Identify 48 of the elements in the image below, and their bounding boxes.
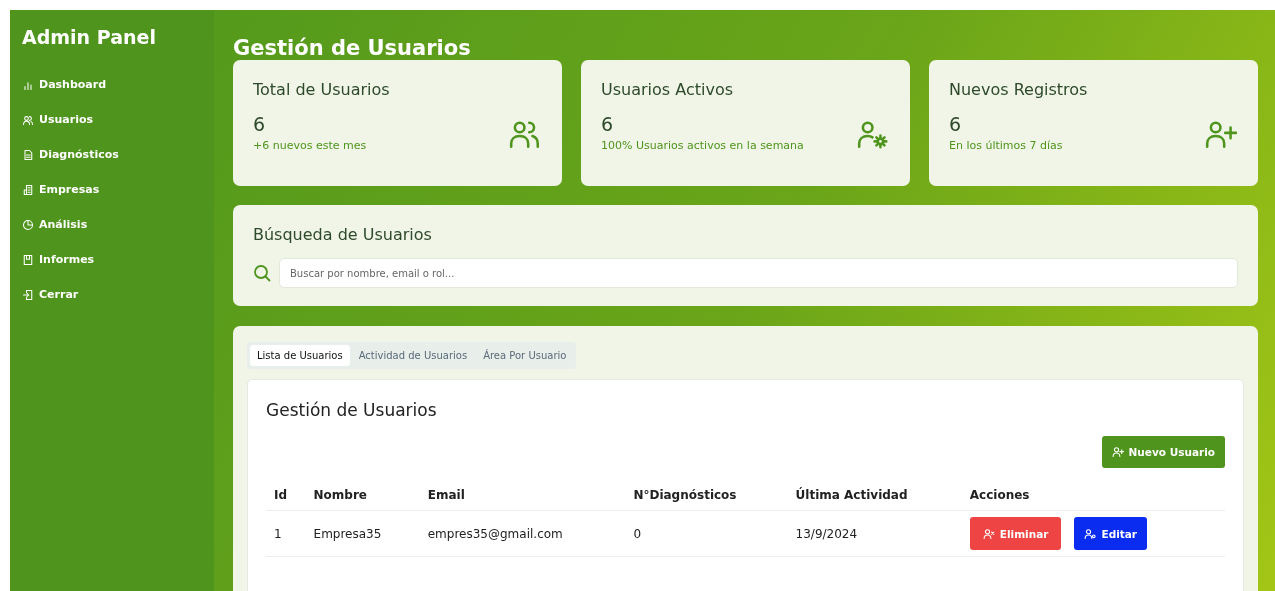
users-icon (22, 113, 34, 126)
sidebar-item[interactable]: Análisis (22, 218, 214, 231)
section-title: Gestión de Usuarios (266, 400, 437, 420)
sidebar-item[interactable]: Usuarios (22, 113, 214, 126)
search-title: Búsqueda de Usuarios (253, 225, 432, 244)
search-icon (253, 264, 271, 282)
search-field[interactable]: Buscar por nombre, email o rol... (279, 258, 1238, 288)
stat-title: Total de Usuarios (253, 80, 390, 99)
tab[interactable]: Área Por Usuario (476, 345, 574, 366)
sidebar-item[interactable]: Cerrar (22, 288, 214, 301)
column-header: N°Diagnósticos (625, 480, 788, 511)
stat-value: 6 (949, 113, 963, 135)
building-icon (22, 183, 34, 196)
new-user-button[interactable]: Nuevo Usuario (1101, 436, 1225, 468)
stat-note: 100% Usuarios activos en la semana (601, 139, 804, 152)
column-header: Última Actividad (787, 480, 962, 511)
sidebar-item[interactable]: Empresas (22, 183, 214, 196)
table-cell: 13/9/2024 (787, 510, 962, 557)
sidebar-title: Admin Panel (22, 26, 156, 48)
stat-title: Usuarios Activos (601, 80, 733, 99)
tab[interactable]: Lista de Usuarios (250, 345, 350, 366)
stat-note: En los últimos 7 días (949, 139, 1063, 152)
table-cell: 1 (266, 510, 306, 557)
report-icon (22, 253, 34, 266)
table-cell: Empresa35 (305, 510, 420, 557)
stat-note: +6 nuevos este mes (253, 139, 367, 152)
sidebar-item[interactable]: Dashboard (22, 78, 214, 91)
page-title: Gestión de Usuarios (233, 36, 471, 60)
stat-value: 6 (253, 113, 267, 135)
tab[interactable]: Actividad de Usuarios (351, 345, 475, 366)
column-header: Email (419, 480, 626, 511)
user-plus-icon (1111, 446, 1124, 458)
stat-value: 6 (601, 113, 615, 135)
column-header: Acciones (961, 480, 1225, 511)
column-header: Nombre (305, 480, 420, 511)
stat-title: Nuevos Registros (949, 80, 1088, 99)
column-header: Id (266, 480, 306, 511)
edit-button[interactable]: Editar (1074, 517, 1148, 550)
user-gear-icon (1084, 527, 1097, 540)
logout-icon (22, 288, 34, 301)
file-icon (22, 148, 34, 161)
sidebar-item[interactable]: Informes (22, 253, 214, 266)
user-x-icon (982, 527, 995, 540)
table-cell: 0 (625, 510, 788, 557)
delete-button[interactable]: Eliminar (969, 517, 1062, 550)
pie-icon (22, 218, 34, 231)
sidebar-item[interactable]: Diagnósticos (22, 148, 214, 161)
table-cell: empres35@gmail.com (419, 510, 626, 557)
